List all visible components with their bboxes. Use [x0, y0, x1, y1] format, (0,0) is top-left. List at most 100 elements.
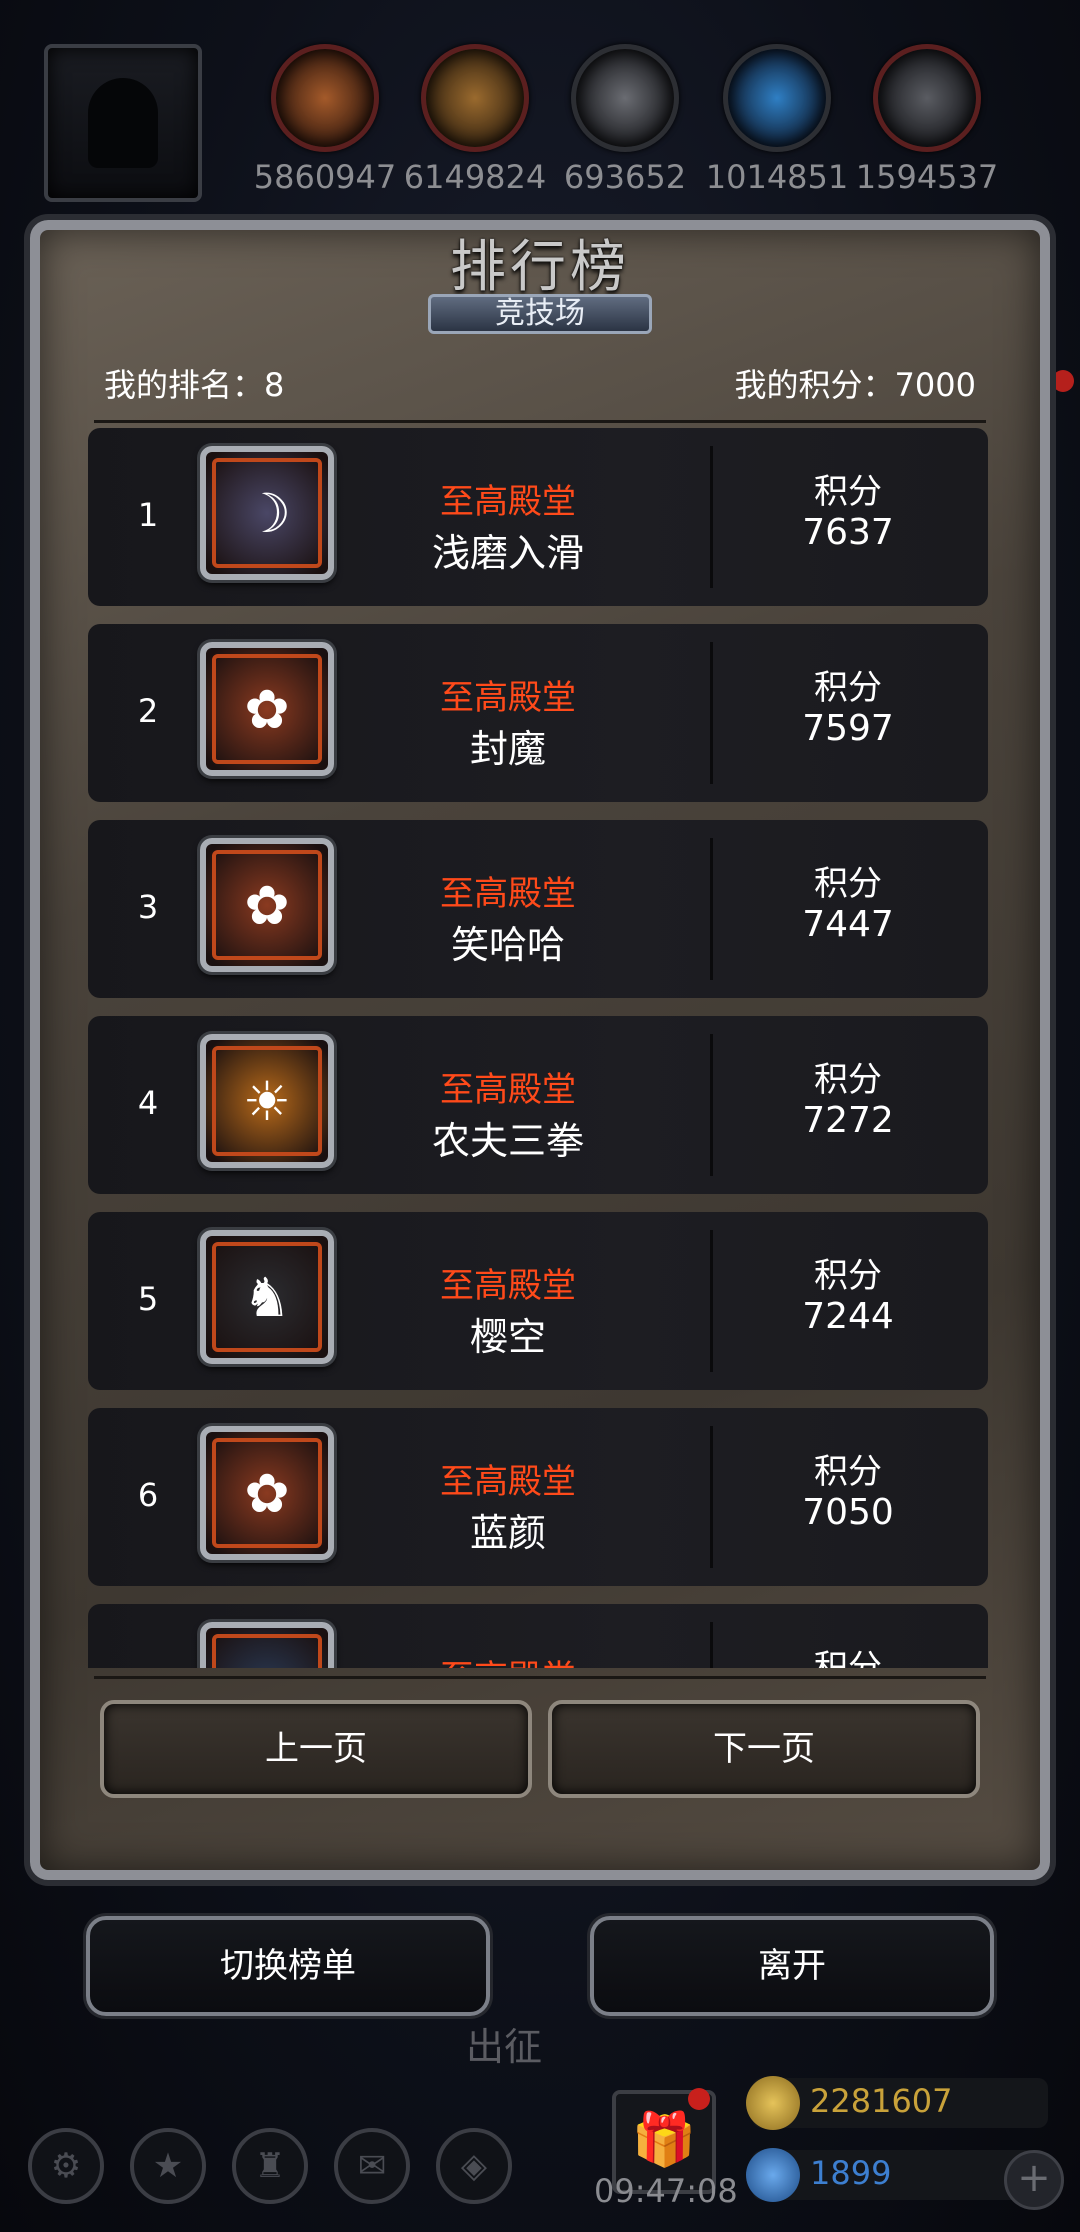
- score-label: 积分: [814, 1648, 882, 1668]
- crystal-amount: 1014851: [705, 158, 849, 196]
- gold-amount: 2281607: [810, 2082, 953, 2120]
- add-currency-button[interactable]: +: [1004, 2150, 1064, 2210]
- dwarf-portrait-icon[interactable]: ☀: [200, 1034, 334, 1168]
- resource-iron[interactable]: 693652: [564, 44, 686, 196]
- ore-amount: 1594537: [855, 158, 999, 196]
- dark-elf-portrait-icon[interactable]: ☽: [200, 446, 334, 580]
- row-divider: [710, 1426, 713, 1568]
- portrait-glyph: ♞: [242, 1266, 292, 1329]
- portrait-glyph: ❄: [206, 1658, 328, 1668]
- resource-ore[interactable]: 1594537: [856, 44, 998, 196]
- score-label: 积分: [814, 1060, 882, 1100]
- divider: [94, 1676, 986, 1679]
- player-name: 封魔: [469, 727, 546, 771]
- guild-name: 至高殿堂: [440, 1266, 576, 1306]
- score-value: 7637: [802, 512, 894, 553]
- portrait-glyph: ☀: [242, 1070, 292, 1133]
- meat-amount: 5860947: [253, 158, 397, 196]
- hooded-figure-icon: [88, 78, 158, 168]
- score-value: 7050: [802, 1492, 894, 1533]
- player-avatar[interactable]: [44, 44, 202, 202]
- next-page-button[interactable]: 下一页: [548, 1700, 980, 1798]
- portrait-glyph: ✿: [244, 874, 290, 937]
- row-divider: [710, 838, 713, 980]
- notification-dot: [1052, 370, 1074, 392]
- score-label: 积分: [814, 1256, 882, 1296]
- iron-icon: [571, 44, 679, 152]
- frost-portrait-icon[interactable]: ❄: [200, 1622, 334, 1668]
- prev-page-button[interactable]: 上一页: [100, 1700, 532, 1798]
- leaderboard-row[interactable]: 6 ✿ 至高殿堂 蓝颜 积分 7050: [88, 1408, 988, 1586]
- rank-number: 6: [137, 1476, 159, 1514]
- castle-icon[interactable]: ♜: [232, 2128, 308, 2204]
- guild-name: 至高殿堂: [440, 482, 576, 522]
- leave-button[interactable]: 离开: [590, 1916, 994, 2016]
- row-divider: [710, 446, 713, 588]
- settings-icon[interactable]: ⚙: [28, 2128, 104, 2204]
- guild-name: 至高殿堂: [440, 1070, 576, 1110]
- score-value: 7244: [802, 1296, 894, 1337]
- portrait-glyph: ✿: [244, 1462, 290, 1525]
- rank-number: 5: [137, 1280, 159, 1318]
- category-tab[interactable]: 竞技场: [428, 294, 652, 334]
- iron-amount: 693652: [563, 158, 687, 196]
- score-value: 7597: [802, 708, 894, 749]
- mail-icon[interactable]: ✉: [334, 2128, 410, 2204]
- portrait-glyph: ✿: [244, 678, 290, 741]
- ranking-list[interactable]: 1 ☽ 至高殿堂 浅磨入滑 积分 7637 2 ✿ 至高殿堂 封魔 积分 759…: [88, 428, 988, 1668]
- score-label: 积分: [814, 472, 882, 512]
- leaderboard-row[interactable]: 2 ✿ 至高殿堂 封魔 积分 7597: [88, 624, 988, 802]
- knight-helmet-portrait-icon[interactable]: ♞: [200, 1230, 334, 1364]
- rank-number: 4: [137, 1084, 159, 1122]
- guild-name: 至高殿堂: [378, 1650, 638, 1668]
- rank-number: 3: [137, 888, 159, 926]
- guild-name: 至高殿堂: [440, 1462, 576, 1502]
- gold-coin-icon: [746, 2076, 800, 2130]
- wood-icon: [421, 44, 529, 152]
- notification-dot: [688, 2088, 710, 2110]
- wood-amount: 6149824: [403, 158, 547, 196]
- leaderboard-row[interactable]: 3 ✿ 至高殿堂 笑哈哈 积分 7447: [88, 820, 988, 998]
- rabbit-portrait-icon[interactable]: ✿: [200, 838, 334, 972]
- star-icon[interactable]: ★: [130, 2128, 206, 2204]
- row-divider: [710, 1230, 713, 1372]
- row-divider: [710, 642, 713, 784]
- resource-crystal[interactable]: 1014851: [706, 44, 848, 196]
- score-label: 积分: [814, 864, 882, 904]
- leaderboard-row[interactable]: 4 ☀ 至高殿堂 农夫三拳 积分 7272: [88, 1016, 988, 1194]
- rank-number: 2: [137, 692, 159, 730]
- score-label: 积分: [814, 1452, 882, 1492]
- box-icon[interactable]: ◈: [436, 2128, 512, 2204]
- player-name: 笑哈哈: [450, 923, 565, 967]
- divider: [94, 420, 986, 423]
- crystal-icon: [723, 44, 831, 152]
- rank-number: 1: [137, 496, 159, 534]
- rabbit-portrait-icon[interactable]: ✿: [200, 642, 334, 776]
- ore-icon: [873, 44, 981, 152]
- portrait-glyph: ☽: [242, 482, 292, 545]
- score-value: 7272: [802, 1100, 894, 1141]
- switch-board-button[interactable]: 切换榜单: [86, 1916, 490, 2016]
- player-name: 农夫三拳: [431, 1119, 584, 1163]
- guild-name: 至高殿堂: [440, 874, 576, 914]
- row-divider: [710, 1622, 713, 1668]
- player-name: 浅磨入滑: [431, 531, 584, 575]
- leaderboard-row[interactable]: ❄ 至高殿堂 积分: [88, 1604, 988, 1668]
- rabbit-portrait-icon[interactable]: ✿: [200, 1426, 334, 1560]
- player-name: 蓝颜: [469, 1511, 546, 1555]
- my-rank: 我的排名：8: [104, 366, 285, 404]
- panel-title: 排行榜: [450, 235, 630, 300]
- meat-icon: [271, 44, 379, 152]
- score-value: 7447: [802, 904, 894, 945]
- leaderboard-row[interactable]: 1 ☽ 至高殿堂 浅磨入滑 积分 7637: [88, 428, 988, 606]
- row-divider: [710, 1034, 713, 1176]
- deploy-label: 出征: [466, 2025, 543, 2069]
- guild-name: 至高殿堂: [440, 678, 576, 718]
- leaderboard-row[interactable]: 5 ♞ 至高殿堂 樱空 积分 7244: [88, 1212, 988, 1390]
- my-score: 我的积分：7000: [734, 366, 976, 404]
- gem-icon: [746, 2148, 800, 2202]
- resource-meat[interactable]: 5860947: [254, 44, 396, 196]
- gem-amount: 1899: [810, 2154, 892, 2192]
- score-label: 积分: [814, 668, 882, 708]
- resource-wood[interactable]: 6149824: [404, 44, 546, 196]
